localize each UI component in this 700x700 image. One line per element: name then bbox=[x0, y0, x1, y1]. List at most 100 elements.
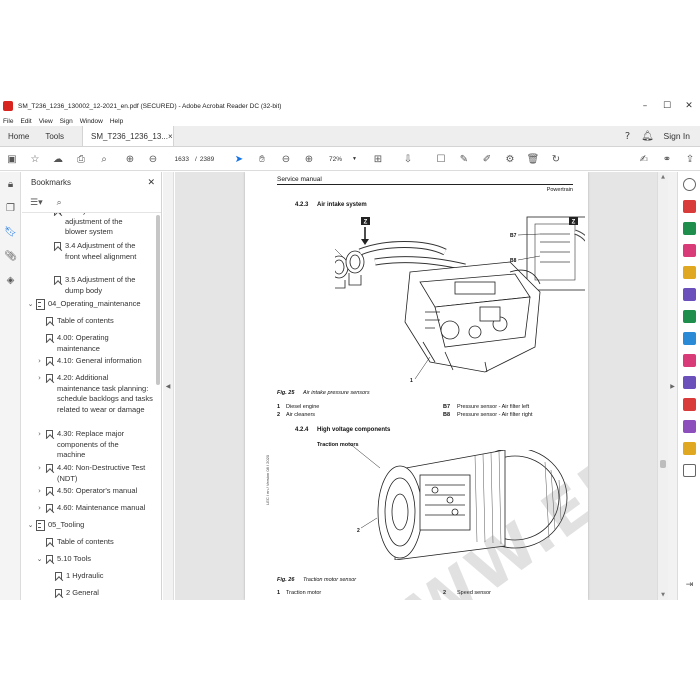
bookmark-star-icon[interactable]: ☆ bbox=[28, 152, 42, 166]
chevron-right-icon[interactable]: › bbox=[35, 486, 44, 497]
next-page-icon[interactable]: ⊖ bbox=[146, 152, 160, 166]
more-tools-icon[interactable] bbox=[683, 464, 696, 477]
help-icon[interactable]: ? bbox=[618, 126, 638, 146]
share-icon[interactable]: ⇪ bbox=[683, 152, 697, 166]
tab-document[interactable]: SM_T236_1236_13... × bbox=[82, 126, 175, 146]
document-scrollbar[interactable]: ▲ ▼ bbox=[657, 172, 668, 600]
chevron-right-icon[interactable]: › bbox=[35, 356, 44, 367]
bookmark-item[interactable]: ⌄ 5.10 Tools bbox=[35, 554, 152, 565]
bookmark-item[interactable]: › 4.50: Operator's manual bbox=[35, 486, 157, 497]
hand-tool-icon[interactable]: ✋︎ bbox=[255, 152, 269, 166]
bookmark-item[interactable]: › 4.40: Non-Destructive Test (NDT) bbox=[35, 463, 152, 484]
zoom-out-icon[interactable]: ⊖ bbox=[279, 152, 293, 166]
menu-edit[interactable]: Edit bbox=[20, 118, 31, 125]
chevron-right-icon[interactable]: › bbox=[35, 503, 44, 514]
minimize-button[interactable]: – bbox=[634, 96, 656, 116]
zoom-in-icon[interactable]: ⊕ bbox=[302, 152, 316, 166]
upload-cloud-icon[interactable]: ☁ bbox=[51, 152, 65, 166]
current-page-input[interactable]: 1633 bbox=[171, 156, 189, 163]
menu-sign[interactable]: Sign bbox=[60, 118, 73, 125]
protect-icon[interactable] bbox=[683, 398, 696, 411]
create-pdf-icon[interactable] bbox=[683, 222, 696, 235]
compress-pdf-icon[interactable] bbox=[683, 332, 696, 345]
save-icon[interactable]: ▣ bbox=[5, 152, 19, 166]
share-link-icon[interactable]: ⚭ bbox=[660, 152, 674, 166]
page-thumbnails-icon[interactable]: ❐ bbox=[4, 202, 17, 215]
expand-tools-icon[interactable]: ⇥ bbox=[683, 578, 696, 591]
chevron-down-icon[interactable]: ⌄ bbox=[26, 299, 35, 310]
chevron-right-icon[interactable]: › bbox=[35, 373, 44, 415]
search-icon[interactable]: ⌕ bbox=[97, 152, 111, 166]
maximize-button[interactable]: ☐ bbox=[656, 96, 678, 116]
draw-pencil-icon[interactable]: ✐ bbox=[480, 152, 494, 166]
page-fit-icon[interactable]: ⊞ bbox=[371, 152, 385, 166]
highlight-pen-icon[interactable]: ✎ bbox=[457, 152, 471, 166]
close-window-button[interactable]: ✕ bbox=[678, 96, 700, 116]
zoom-level-dropdown[interactable]: 72% ▼ bbox=[328, 153, 358, 165]
tab-tools[interactable]: Tools bbox=[37, 126, 72, 146]
fill-sign-icon[interactable]: ✍ bbox=[637, 152, 651, 166]
menu-view[interactable]: View bbox=[39, 118, 53, 125]
menu-help[interactable]: Help bbox=[110, 118, 123, 125]
bookmark-options-icon[interactable]: ☰▾ bbox=[30, 198, 43, 208]
send-for-signature-icon[interactable] bbox=[683, 376, 696, 389]
chevron-right-icon[interactable]: › bbox=[35, 463, 44, 484]
tab-close-icon[interactable]: × bbox=[168, 132, 173, 141]
scroll-mode-icon[interactable]: ⇩ bbox=[401, 152, 415, 166]
bookmark-item[interactable]: › 4.20: Additional maintenance task plan… bbox=[35, 373, 153, 415]
bookmark-item[interactable]: 3.3 Hydraulic adjustment of the blower s… bbox=[52, 213, 145, 238]
close-panel-icon[interactable]: ✕ bbox=[147, 177, 155, 188]
comment-icon[interactable]: ☐ bbox=[434, 152, 448, 166]
scroll-down-icon[interactable]: ▼ bbox=[658, 590, 668, 600]
lock-icon[interactable]: 🔒︎ bbox=[4, 178, 17, 191]
notification-bell-icon[interactable]: 🔔︎ bbox=[638, 126, 658, 146]
comment-tool-icon[interactable] bbox=[683, 266, 696, 279]
bookmark-item[interactable]: Table of contents bbox=[44, 316, 152, 327]
chevron-right-icon[interactable]: › bbox=[35, 429, 44, 461]
bookmark-item[interactable]: 2 General bbox=[53, 588, 156, 599]
bookmark-item[interactable]: 3.4 Adjustment of the front wheel alignm… bbox=[52, 241, 145, 262]
bookmark-search-icon[interactable]: ⌕ bbox=[57, 198, 62, 208]
bookmark-item[interactable]: › 4.60: Maintenance manual bbox=[35, 503, 157, 514]
bookmark-icon bbox=[44, 463, 54, 473]
bookmark-item[interactable]: 3.5 Adjustment of the dump body bbox=[52, 275, 145, 296]
search-tool-icon[interactable] bbox=[683, 178, 696, 191]
zoom-level-value: 72% bbox=[329, 155, 343, 163]
sign-in-button[interactable]: Sign In bbox=[658, 126, 700, 146]
bookmark-item[interactable]: › 4.30: Replace major components of the … bbox=[35, 429, 137, 461]
chevron-down-icon[interactable]: ⌄ bbox=[26, 520, 35, 531]
attachments-icon[interactable]: 📎︎ bbox=[4, 250, 17, 263]
select-cursor-icon[interactable]: ➤ bbox=[232, 152, 246, 166]
tab-home[interactable]: Home bbox=[0, 126, 37, 146]
rotate-icon[interactable]: ↻ bbox=[549, 152, 563, 166]
bookmarks-panel-icon[interactable]: 🔖︎ bbox=[4, 226, 17, 239]
bookmarks-scrollbar[interactable] bbox=[156, 213, 160, 593]
bookmark-item[interactable]: › 4.10: General information bbox=[35, 356, 157, 367]
bookmark-item[interactable]: 1 Hydraulic bbox=[53, 571, 156, 582]
collapse-right-panel-button[interactable]: ▶ bbox=[668, 172, 677, 600]
bookmark-item[interactable]: Table of contents bbox=[44, 537, 152, 548]
bookmark-group[interactable]: ⌄ 05_Tooling bbox=[26, 520, 148, 531]
layers-icon[interactable]: ◈ bbox=[4, 274, 17, 287]
organize-pages-icon[interactable] bbox=[683, 288, 696, 301]
page-header-right: Powertrain bbox=[546, 187, 573, 193]
stamp-tool-icon[interactable] bbox=[683, 442, 696, 455]
menu-file[interactable]: File bbox=[3, 118, 13, 125]
menu-window[interactable]: Window bbox=[80, 118, 103, 125]
stamp-icon[interactable]: ⚙ bbox=[503, 152, 517, 166]
previous-page-icon[interactable]: ⊕ bbox=[123, 152, 137, 166]
redact-icon[interactable] bbox=[683, 420, 696, 433]
fill-and-sign-icon[interactable] bbox=[683, 354, 696, 367]
document-viewport[interactable]: Service manual Powertrain 4.2.3 Air intak… bbox=[175, 172, 657, 600]
bookmark-group[interactable]: ⌄ 04_Operating_maintenance bbox=[26, 299, 158, 310]
scroll-up-icon[interactable]: ▲ bbox=[658, 172, 668, 182]
export-pdf-icon[interactable] bbox=[683, 200, 696, 213]
combine-files-icon[interactable] bbox=[683, 244, 696, 257]
collapse-left-panel-button[interactable]: ◀ bbox=[163, 172, 174, 600]
chevron-down-icon[interactable]: ⌄ bbox=[35, 554, 44, 565]
print-icon[interactable]: ⎙ bbox=[74, 152, 88, 166]
delete-icon[interactable]: 🗑︎ bbox=[526, 152, 540, 166]
bookmark-item[interactable]: 4.00: Operating maintenance bbox=[44, 333, 142, 354]
edit-pdf-icon[interactable] bbox=[683, 310, 696, 323]
scroll-thumb[interactable] bbox=[660, 460, 666, 468]
